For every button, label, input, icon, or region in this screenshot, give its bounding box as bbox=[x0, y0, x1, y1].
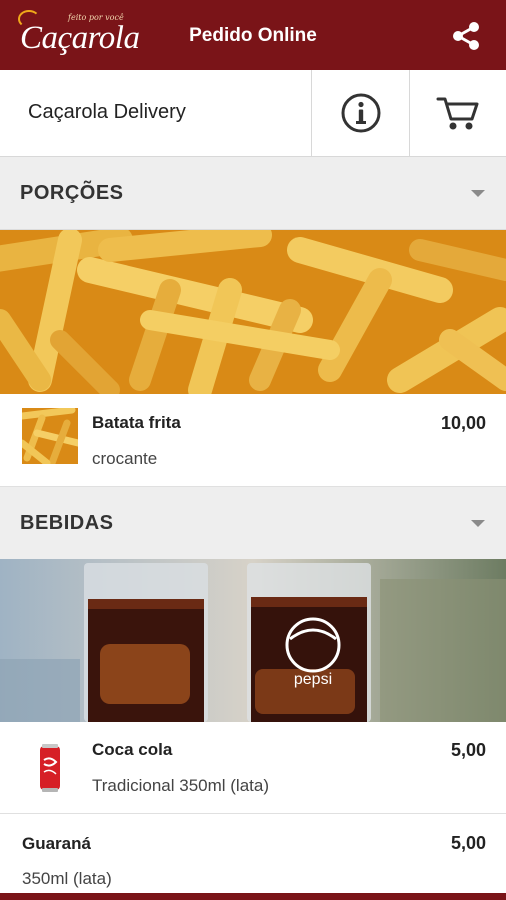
item-description: crocante bbox=[92, 449, 158, 468]
item-price: 10,00 bbox=[440, 413, 486, 433]
store-name: Caçarola Delivery bbox=[28, 101, 186, 123]
cart-icon bbox=[436, 97, 479, 130]
item-description: Tradicional 350ml (lata) bbox=[92, 776, 269, 795]
section-title: PORÇÕES bbox=[20, 182, 124, 204]
list-item[interactable]: Guaraná 350ml (lata) 5,00 bbox=[0, 814, 506, 893]
bottom-bar bbox=[0, 893, 506, 900]
share-icon bbox=[453, 22, 479, 50]
section-title: BEBIDAS bbox=[20, 512, 114, 534]
item-name: Guaraná bbox=[22, 834, 91, 853]
item-thumbnail bbox=[22, 740, 78, 796]
chevron-down-icon bbox=[471, 520, 485, 527]
list-item[interactable]: Coca cola Tradicional 350ml (lata) 5,00 bbox=[0, 722, 506, 814]
item-name: Coca cola bbox=[92, 740, 173, 759]
store-header: Caçarola Delivery bbox=[0, 70, 506, 157]
share-button[interactable] bbox=[450, 20, 482, 52]
cart-button[interactable] bbox=[409, 70, 506, 156]
fries-banner-image bbox=[0, 230, 506, 394]
item-price: 5,00 bbox=[450, 833, 486, 853]
item-description: 350ml (lata) bbox=[22, 869, 112, 888]
section-header-porcoes[interactable]: PORÇÕES bbox=[0, 157, 506, 230]
top-app-bar: feito por você Caçarola Pedido Online bbox=[0, 0, 506, 70]
item-thumbnail bbox=[22, 408, 78, 464]
chevron-down-icon bbox=[471, 190, 485, 197]
section-header-bebidas[interactable]: BEBIDAS bbox=[0, 487, 506, 560]
pepsi-logo-text: pepsi bbox=[294, 671, 332, 688]
soda-can-icon bbox=[22, 740, 78, 796]
info-icon bbox=[341, 93, 380, 133]
drinks-banner-image: pepsi bbox=[0, 559, 506, 722]
list-item[interactable]: Batata frita crocante 10,00 bbox=[0, 394, 506, 487]
info-button[interactable] bbox=[311, 70, 409, 156]
page-title: Pedido Online bbox=[189, 25, 317, 46]
item-name: Batata frita bbox=[92, 413, 181, 432]
item-price: 5,00 bbox=[450, 740, 486, 760]
